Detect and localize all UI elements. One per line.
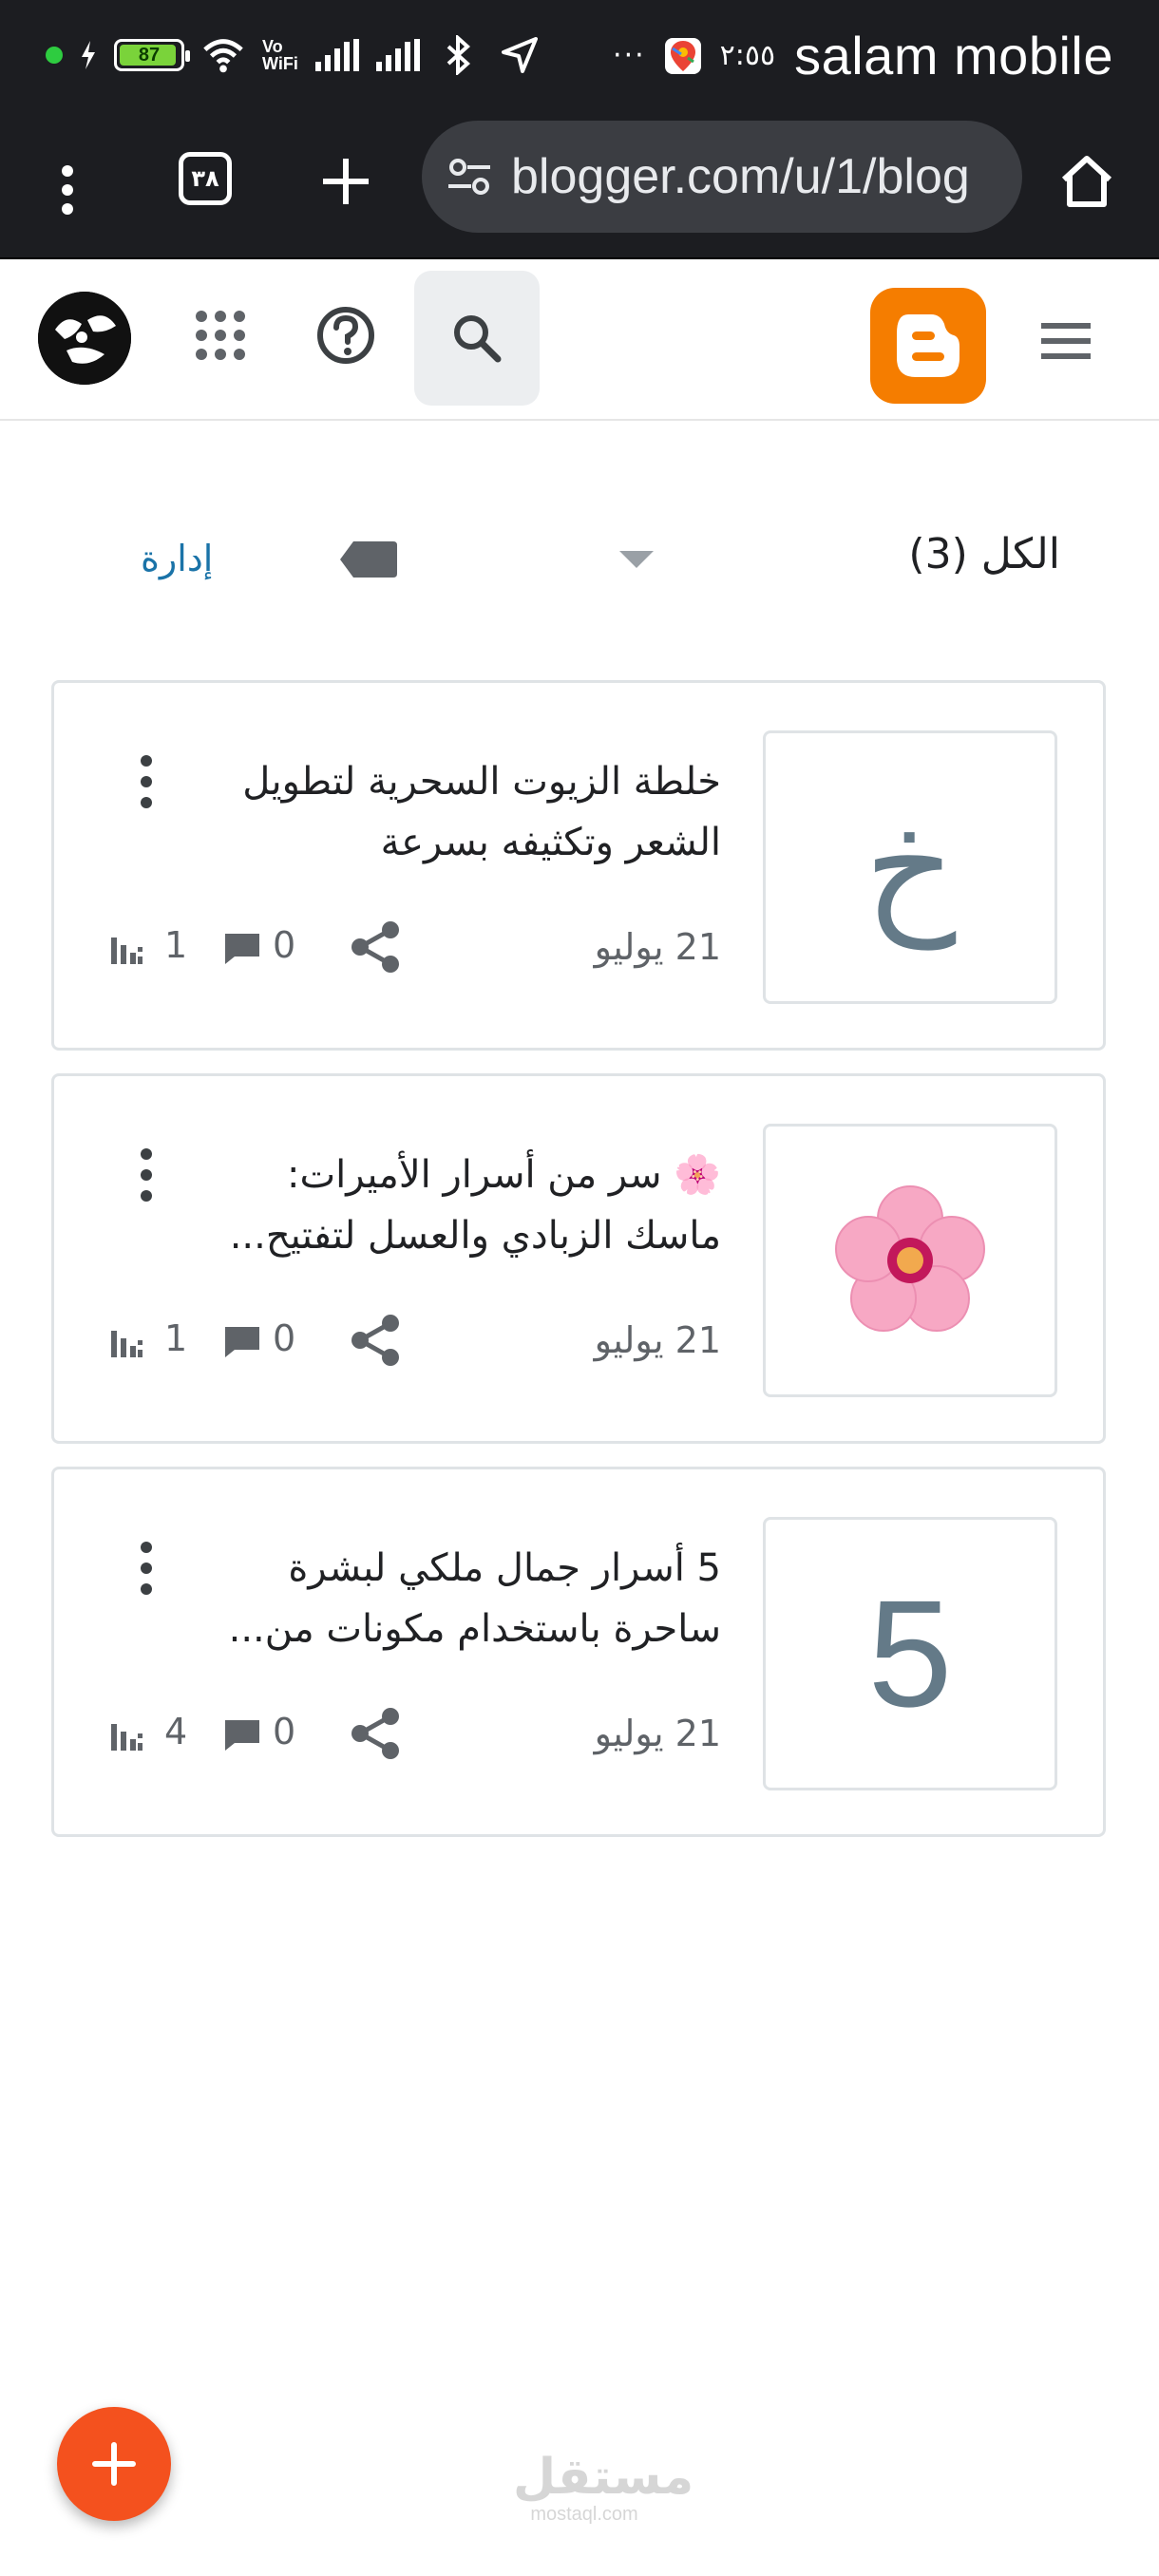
battery-level: 87: [138, 44, 161, 66]
view-count: 1: [164, 924, 188, 966]
thumbnail-letter: خ: [864, 785, 957, 950]
watermark-latin: mostaql.com: [530, 2504, 638, 2525]
location-arrow-icon: [498, 33, 542, 77]
post-status-filter[interactable]: الكل (3): [908, 530, 1060, 578]
address-bar[interactable]: blogger.com/u/1/blog: [422, 121, 1022, 233]
avatar-image: [38, 292, 131, 385]
post-options-icon[interactable]: [132, 753, 161, 810]
post-title[interactable]: 🌸 سر من أسرار الأميرات: ماسك الزبادي وال…: [189, 1145, 721, 1266]
maps-notification-icon: [664, 37, 701, 74]
signal-icon-2: [375, 33, 420, 77]
post-filter-bar: الكل (3) إدارة: [0, 494, 1159, 617]
site-settings-icon[interactable]: [445, 152, 494, 201]
thumbnail-letter: 5: [867, 1568, 953, 1738]
help-icon: [317, 307, 374, 364]
post-date: 21 يوليو: [594, 926, 721, 968]
view-count: 4: [164, 1711, 188, 1752]
plus-icon: [323, 159, 369, 204]
status-icons-left: 87 Vo WiFi: [46, 27, 542, 84]
view-count: 1: [164, 1317, 188, 1359]
status-icons-right: ··· ٢:٥٥ salam mobile: [613, 25, 1113, 86]
post-date: 21 يوليو: [594, 1319, 721, 1361]
status-bar: 87 Vo WiFi ··· ٢:٥٥ salam mobile: [0, 0, 1159, 119]
signal-icon-1: [314, 33, 359, 77]
blogger-logo[interactable]: [870, 288, 986, 404]
battery-icon: 87: [114, 39, 190, 71]
kebab-menu-icon: [62, 165, 73, 215]
main-menu-button[interactable]: [1037, 313, 1094, 369]
tab-switcher-button[interactable]: ٣٨: [179, 152, 232, 205]
post-card[interactable]: خ خلطة الزيوت السحرية لتطويل الشعر وتكثي…: [51, 680, 1106, 1051]
new-post-button[interactable]: [57, 2407, 171, 2521]
comment-icon: [225, 934, 259, 964]
dropdown-caret-icon[interactable]: [616, 547, 657, 572]
hamburger-icon: [1041, 323, 1091, 359]
vowifi-label: Vo WiFi: [262, 37, 298, 73]
post-card[interactable]: 5 5 أسرار جمال ملكي لبشرة ساحرة باستخدام…: [51, 1467, 1106, 1837]
post-list: خ خلطة الزيوت السحرية لتطويل الشعر وتكثي…: [51, 680, 1106, 1860]
share-icon[interactable]: [347, 1312, 404, 1369]
comment-count: 0: [273, 1711, 296, 1752]
plus-icon: [92, 2442, 136, 2486]
post-thumbnail: [763, 1124, 1057, 1397]
wifi-icon: [201, 33, 245, 77]
post-date: 21 يوليو: [594, 1713, 721, 1754]
charging-icon: [82, 41, 95, 69]
post-thumbnail: 5: [763, 1517, 1057, 1790]
post-title[interactable]: خلطة الزيوت السحرية لتطويل الشعر وتكثيفه…: [189, 751, 721, 873]
post-card[interactable]: 🌸 سر من أسرار الأميرات: ماسك الزبادي وال…: [51, 1073, 1106, 1444]
post-options-icon[interactable]: [132, 1146, 161, 1203]
browser-menu-button[interactable]: [44, 155, 91, 225]
google-apps-button[interactable]: [192, 307, 249, 364]
post-thumbnail: خ: [763, 730, 1057, 1004]
url-text: blogger.com/u/1/blog: [511, 149, 970, 204]
more-notifications-icon: ···: [613, 39, 646, 72]
share-icon[interactable]: [347, 1705, 404, 1762]
status-clock: ٢:٥٥: [719, 39, 776, 72]
new-tab-button[interactable]: [317, 153, 374, 210]
search-icon: [454, 315, 502, 363]
share-icon[interactable]: [347, 919, 404, 975]
mostaql-watermark: مستقل mostaql.com: [513, 2449, 694, 2526]
browser-toolbar: ٣٨ blogger.com/u/1/blog: [0, 119, 1159, 259]
stats-icon: [111, 1724, 142, 1751]
stats-icon: [111, 1331, 142, 1357]
post-title[interactable]: 5 أسرار جمال ملكي لبشرة ساحرة باستخدام م…: [189, 1538, 721, 1659]
account-avatar[interactable]: [38, 292, 131, 385]
app-header: [0, 261, 1159, 421]
watermark-arabic: مستقل: [513, 2449, 694, 2506]
post-options-icon[interactable]: [132, 1540, 161, 1597]
home-button[interactable]: [1056, 151, 1117, 212]
home-icon: [1061, 156, 1112, 207]
comment-icon: [225, 1327, 259, 1357]
comment-count: 0: [273, 1317, 296, 1359]
comment-icon: [225, 1720, 259, 1751]
blogger-b-icon: [897, 314, 960, 377]
manage-labels-link[interactable]: إدارة: [141, 538, 213, 579]
label-filter-icon[interactable]: [338, 540, 399, 579]
carrier-name: salam mobile: [794, 26, 1113, 85]
cherry-blossom-icon: [835, 1185, 985, 1332]
apps-grid-icon: [196, 311, 245, 360]
privacy-indicator-dot: [46, 47, 63, 64]
comment-count: 0: [273, 924, 296, 966]
help-button[interactable]: [314, 303, 378, 368]
search-button[interactable]: [414, 271, 540, 406]
stats-icon: [111, 938, 142, 964]
bluetooth-icon: [437, 33, 481, 77]
